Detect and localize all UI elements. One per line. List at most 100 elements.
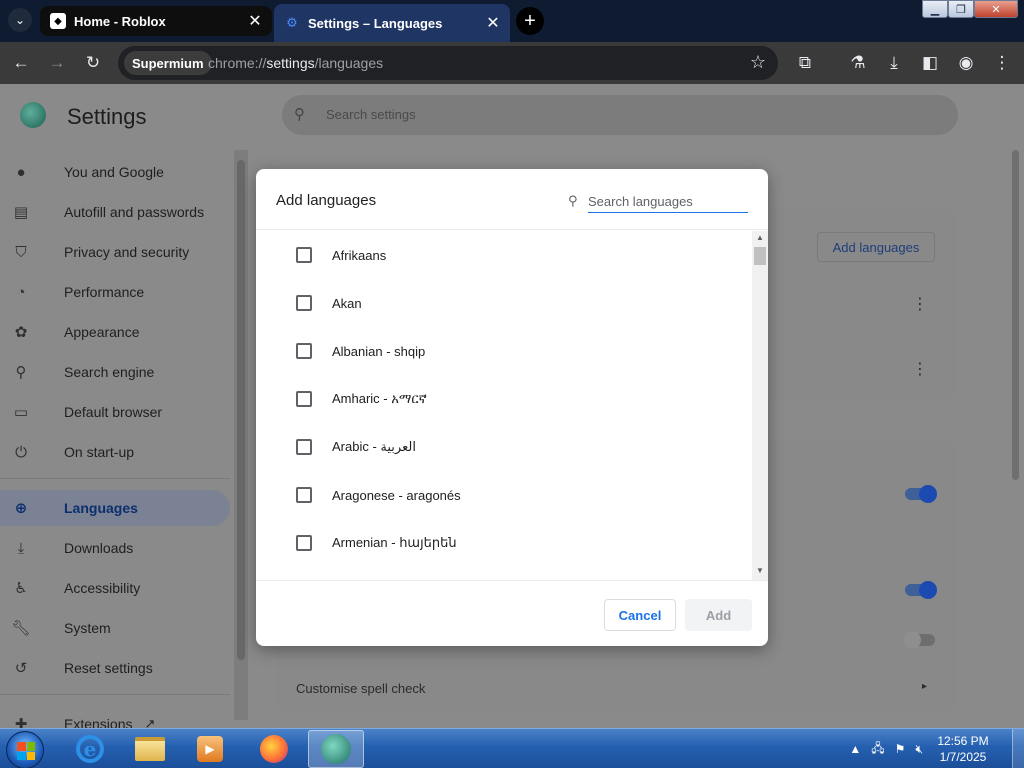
close-icon[interactable]: ✕ [244, 10, 266, 32]
sidebar-item-downloads[interactable]: ⤓ Downloads [0, 530, 230, 566]
language-item-afrikaans[interactable]: Afrikaans [256, 231, 752, 279]
minimize-button[interactable]: ▁ [922, 0, 948, 18]
address-bar[interactable]: Supermium chrome://settings/languages ☆ [118, 46, 778, 80]
settings-search-input[interactable]: ⚲ Search settings [282, 95, 958, 135]
sidebar-item-search-engine[interactable]: ⚲ Search engine [0, 354, 230, 390]
back-button[interactable]: ← [8, 50, 34, 76]
language-item-armenian[interactable]: Armenian - հայերեն [256, 519, 752, 567]
browser-chip[interactable]: Supermium [124, 51, 212, 75]
toggle-switch[interactable] [905, 581, 937, 599]
sidebar-item-default-browser[interactable]: ▭ Default browser [0, 394, 230, 430]
page-scrollbar[interactable] [1008, 150, 1022, 720]
sidebar-item-languages[interactable]: ⊕ Languages [0, 490, 230, 526]
extensions-button[interactable]: ⧉ [792, 50, 818, 76]
taskbar-app-file-explorer[interactable] [122, 730, 178, 768]
restore-button[interactable]: ❐ [948, 0, 974, 18]
search-languages-input[interactable] [588, 191, 748, 213]
sidebar-item-autofill[interactable]: ▤ Autofill and passwords [0, 194, 230, 230]
sidebar-item-on-startup[interactable]: ⏻ On start-up [0, 434, 230, 470]
add-button[interactable]: Add [685, 599, 752, 631]
media-player-icon: ▶ [197, 736, 223, 762]
url-path: /languages [314, 55, 384, 71]
sidebar-item-extensions[interactable]: ✚ Extensions ↗ [0, 706, 230, 728]
search-icon: ⚲ [568, 193, 578, 208]
sidebar-item-appearance[interactable]: ✿ Appearance [0, 314, 230, 350]
scrollbar-thumb[interactable] [754, 247, 766, 265]
language-item-albanian[interactable]: Albanian - shqip [256, 327, 752, 375]
language-list-scrollbar[interactable]: ▲ ▼ [752, 231, 768, 580]
checkbox[interactable] [296, 535, 312, 551]
shield-icon: ⛉ [15, 243, 27, 261]
search-icon: ⚲ [15, 364, 27, 381]
sidebar-item-privacy[interactable]: ⛉ Privacy and security [0, 234, 230, 270]
sidebar-item-you-and-google[interactable]: ● You and Google [0, 154, 230, 190]
taskbar-app-supermium[interactable] [308, 730, 364, 768]
scrollbar-thumb[interactable] [1012, 150, 1019, 480]
checkbox[interactable] [296, 439, 312, 455]
tab-roblox[interactable]: ◆ Home - Roblox ✕ [40, 6, 272, 36]
language-label: Amharic - አማርኛ [332, 391, 427, 406]
sidebar-item-label: System [64, 620, 111, 636]
chevron-right-icon: ▸ [922, 681, 928, 692]
action-center-flag-icon[interactable]: ⚑ [895, 742, 906, 756]
tab-search-button[interactable]: ⌄ [8, 8, 32, 32]
tab-title: Home - Roblox [74, 13, 166, 29]
roblox-icon: ◆ [50, 13, 66, 29]
show-desktop-button[interactable] [1012, 729, 1024, 768]
bookmark-star-icon[interactable]: ☆ [750, 52, 766, 73]
kebab-menu-icon[interactable]: ⋮ [912, 359, 928, 379]
side-panel-button[interactable]: ◧ [917, 50, 943, 76]
checkbox[interactable] [296, 295, 312, 311]
show-hidden-icons-icon[interactable]: ▲ [849, 742, 861, 756]
sidebar-scrollbar[interactable] [234, 150, 248, 720]
sidebar-item-reset-settings[interactable]: ↺ Reset settings [0, 650, 230, 686]
window-close-button[interactable]: ✕ [974, 0, 1018, 18]
language-label: Albanian - shqip [332, 343, 426, 359]
toggle-switch[interactable] [905, 485, 937, 503]
language-item-akan[interactable]: Akan [256, 279, 752, 327]
profile-button[interactable]: ◉ [953, 50, 979, 76]
sidebar-item-label: Reset settings [64, 660, 153, 676]
cancel-button[interactable]: Cancel [604, 599, 676, 631]
speedometer-icon: ◔ [16, 283, 26, 301]
taskbar-app-internet-explorer[interactable]: e [62, 730, 118, 768]
url-text[interactable]: chrome://settings/languages [208, 55, 383, 71]
add-languages-button-bg[interactable]: Add languages [817, 232, 935, 262]
taskbar-clock[interactable]: 12:56 PM 1/7/2025 [928, 733, 998, 765]
taskbar-app-firefox[interactable] [246, 730, 302, 768]
scroll-up-arrow-icon[interactable]: ▲ [752, 233, 768, 245]
toggle-switch[interactable] [903, 631, 935, 649]
sidebar-item-label: Performance [64, 284, 145, 300]
tab-settings-languages[interactable]: ⚙ Settings – Languages ✕ [274, 4, 510, 42]
new-tab-button[interactable]: + [516, 7, 544, 35]
customise-spell-check-row[interactable]: Customise spell check [296, 681, 425, 696]
language-label: Akan [332, 295, 362, 311]
downloads-button[interactable]: ⤓ [881, 50, 907, 76]
scrollbar-thumb[interactable] [237, 160, 245, 660]
puzzle-icon: ⧉ [798, 53, 812, 72]
language-item-aragonese[interactable]: Aragonese - aragonés [256, 471, 752, 519]
language-item-amharic[interactable]: Amharic - አማርኛ [256, 375, 752, 423]
forward-button[interactable]: → [44, 50, 70, 76]
scroll-down-arrow-icon[interactable]: ▼ [752, 566, 768, 578]
checkbox[interactable] [296, 343, 312, 359]
search-placeholder: Search settings [326, 107, 416, 122]
checkbox[interactable] [296, 247, 312, 263]
checkbox[interactable] [296, 391, 312, 407]
sidebar-item-accessibility[interactable]: ♿ Accessibility [0, 570, 230, 606]
sidebar-item-system[interactable]: 🔧︎ System [0, 610, 230, 646]
menu-button[interactable]: ⋮ [989, 50, 1015, 76]
checkbox[interactable] [296, 487, 312, 503]
volume-muted-icon[interactable]: 🔇︎ [915, 742, 923, 757]
network-icon[interactable]: 🖧︎ [871, 739, 884, 760]
reload-button[interactable]: ↻ [80, 50, 106, 76]
labs-button[interactable]: ⚗ [845, 50, 871, 76]
taskbar-app-media-player[interactable]: ▶ [182, 730, 238, 768]
restore-icon: ❐ [956, 3, 966, 16]
language-item-arabic[interactable]: Arabic - العربية [256, 423, 752, 471]
kebab-menu-icon[interactable]: ⋮ [912, 294, 928, 314]
close-icon[interactable]: ✕ [482, 12, 504, 34]
start-button[interactable] [6, 731, 44, 768]
sidebar-item-performance[interactable]: ◔ Performance [0, 274, 230, 310]
url-host: settings [266, 55, 315, 71]
